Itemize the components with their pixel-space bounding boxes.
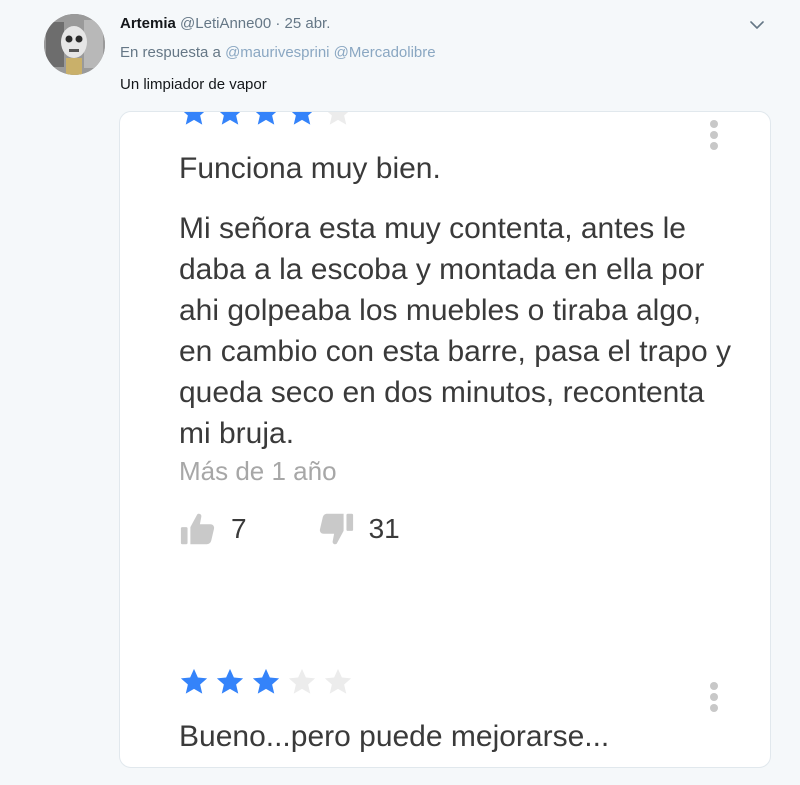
avatar-image — [44, 14, 105, 75]
star-icon — [322, 111, 354, 128]
star-icon — [286, 111, 318, 128]
review-votes: 7 31 — [179, 510, 400, 548]
review-rating — [178, 667, 354, 697]
review-date: Más de 1 año — [179, 456, 337, 486]
reply-prefix: En respuesta a — [120, 44, 221, 61]
author-handle[interactable]: @LetiAnne00 — [180, 15, 271, 32]
thumbs-up-icon[interactable] — [179, 510, 217, 548]
tweet: Artemia @LetiAnne00 · 25 abr. En respues… — [0, 0, 800, 785]
tweet-header: Artemia @LetiAnne00 · 25 abr. — [120, 14, 330, 34]
reply-context: En respuesta a @maurivesprini @Mercadoli… — [120, 44, 436, 61]
kebab-menu-icon[interactable] — [710, 120, 720, 154]
reply-mentions[interactable]: @maurivesprini @Mercadolibre — [225, 44, 436, 61]
tweet-date[interactable]: 25 abr. — [285, 15, 331, 32]
thumbs-down-icon[interactable] — [317, 510, 355, 548]
star-icon — [322, 667, 354, 697]
header-separator: · — [275, 15, 281, 32]
author-name[interactable]: Artemia — [120, 15, 176, 32]
kebab-menu-icon[interactable] — [710, 682, 720, 716]
star-icon — [286, 667, 318, 697]
star-icon — [214, 111, 246, 128]
star-icon — [178, 111, 210, 128]
star-icon — [214, 667, 246, 697]
chevron-down-icon[interactable] — [748, 16, 766, 34]
star-icon — [250, 111, 282, 128]
review-rating — [178, 111, 354, 128]
review-title: Bueno...pero puede mejorarse... — [179, 720, 610, 753]
attached-image[interactable]: Funciona muy bien. Mi señora esta muy co… — [119, 111, 771, 768]
review-title: Funciona muy bien. — [179, 152, 441, 185]
dislike-count: 31 — [368, 513, 400, 544]
tweet-text: Un limpiador de vapor — [120, 76, 267, 93]
avatar[interactable] — [44, 14, 105, 75]
like-count: 7 — [231, 513, 247, 544]
review-body: Mi señora esta muy contenta, antes le da… — [179, 212, 731, 450]
star-icon — [250, 667, 282, 697]
star-icon — [178, 667, 210, 697]
